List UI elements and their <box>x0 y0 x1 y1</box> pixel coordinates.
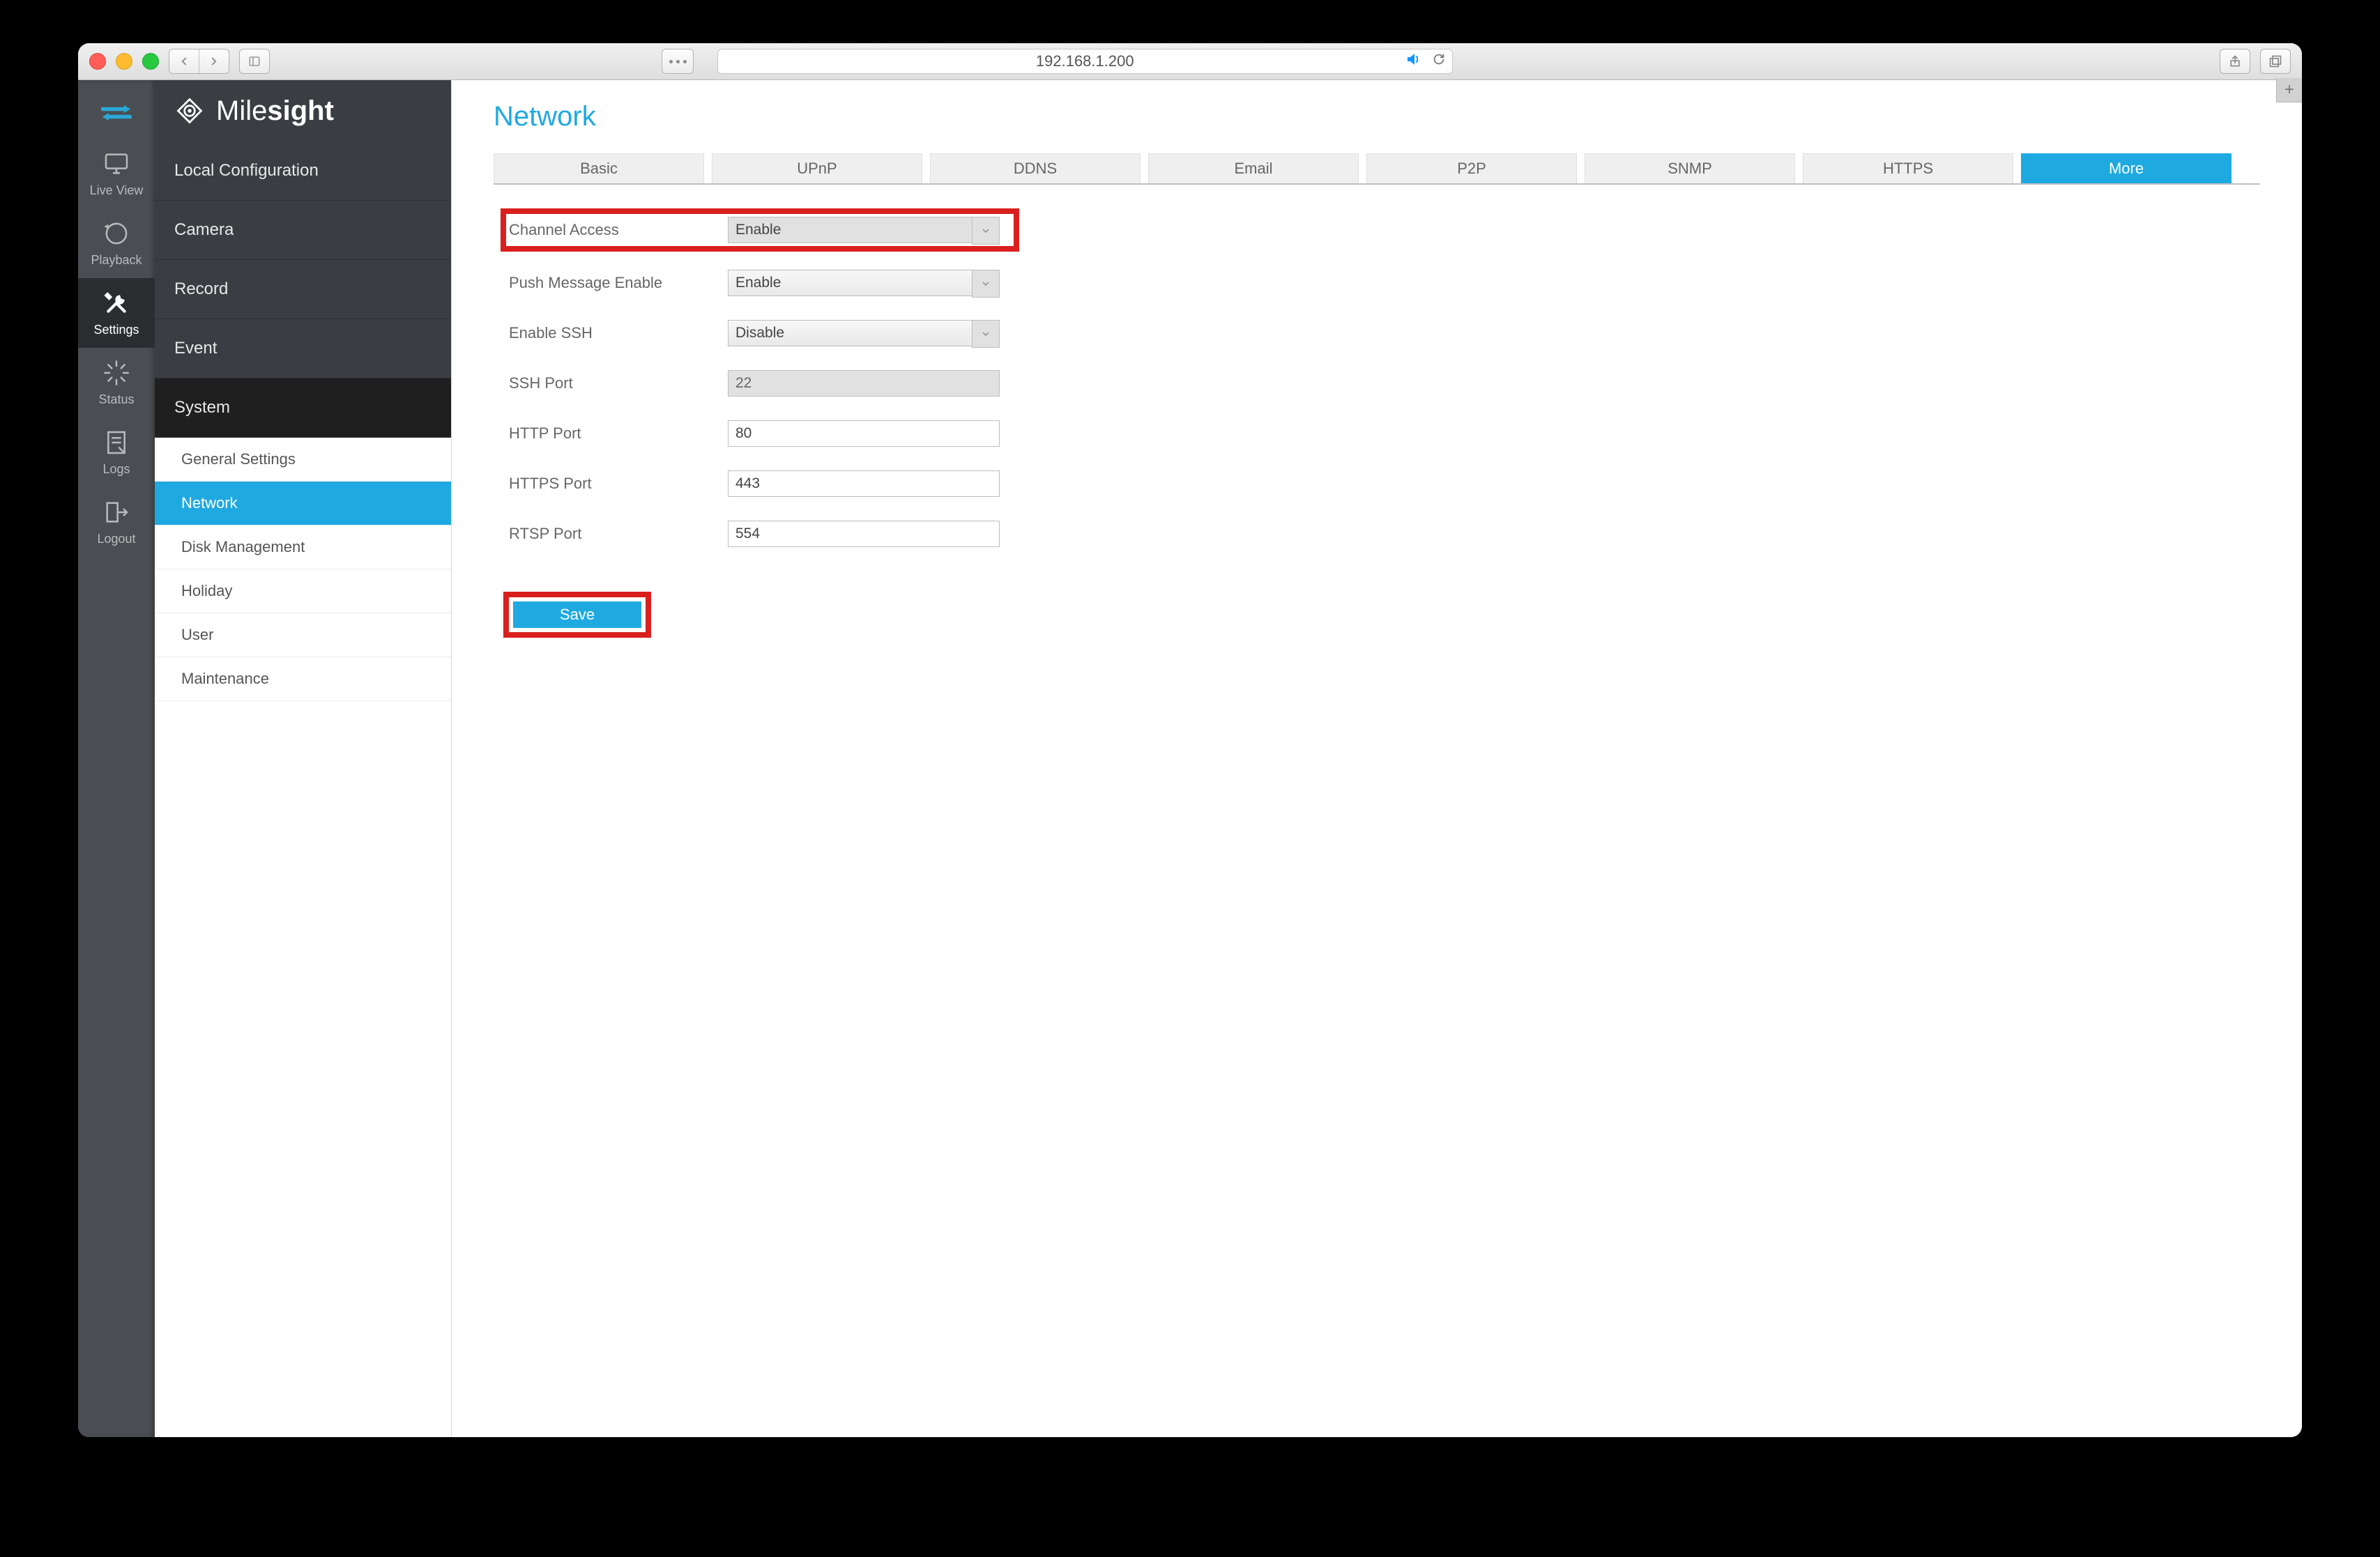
submenu: General Settings Network Disk Management… <box>155 438 451 1437</box>
back-button[interactable] <box>169 49 199 73</box>
sidebar-item-playback[interactable]: Playback <box>78 208 155 278</box>
submenu-maintenance[interactable]: Maintenance <box>155 657 451 701</box>
reload-icon[interactable] <box>1431 52 1447 71</box>
status-icon <box>102 359 130 387</box>
menu-local-configuration[interactable]: Local Configuration <box>155 141 451 201</box>
tab-bar: Basic UPnP DDNS Email P2P SNMP HTTPS Mor… <box>494 153 2260 185</box>
tab-ddns[interactable]: DDNS <box>930 153 1141 183</box>
label-ssh-port: SSH Port <box>509 374 721 392</box>
forward-button[interactable] <box>199 49 229 73</box>
browser-window: 192.168.1.200 <box>78 43 2302 1437</box>
address-bar[interactable]: 192.168.1.200 <box>717 49 1453 74</box>
sidebar-label: Live View <box>90 183 144 198</box>
submenu-general-settings[interactable]: General Settings <box>155 438 451 482</box>
input-http-port[interactable] <box>728 420 1000 447</box>
icon-sidebar: Live View Playback Settings <box>78 80 155 1437</box>
sidebar-item-stream[interactable] <box>78 87 155 139</box>
audio-icon[interactable] <box>1405 51 1421 72</box>
menu-record[interactable]: Record <box>155 260 451 319</box>
site-settings-button[interactable] <box>662 49 694 74</box>
brand-icon <box>174 95 205 126</box>
label-channel-access: Channel Access <box>509 221 721 239</box>
minimize-window-button[interactable] <box>116 53 132 70</box>
label-push-message: Push Message Enable <box>509 274 721 292</box>
tab-email[interactable]: Email <box>1148 153 1359 183</box>
sidebar-label: Settings <box>93 323 139 337</box>
row-push-message: Push Message Enable <box>509 268 2260 298</box>
logs-icon <box>102 429 130 457</box>
tab-p2p[interactable]: P2P <box>1366 153 1577 183</box>
row-rtsp-port: RTSP Port <box>509 519 2260 549</box>
page-title: Network <box>494 101 2260 132</box>
row-channel-access: Channel Access <box>505 213 1015 247</box>
label-http-port: HTTP Port <box>509 424 721 443</box>
sidebar-item-logs[interactable]: Logs <box>78 417 155 487</box>
sidebar-item-liveview[interactable]: Live View <box>78 139 155 208</box>
submenu-network[interactable]: Network <box>155 482 451 526</box>
row-ssh-port: SSH Port <box>509 369 2260 398</box>
select-push-message[interactable] <box>728 270 1000 296</box>
titlebar: 192.168.1.200 <box>78 43 2302 80</box>
label-rtsp-port: RTSP Port <box>509 525 721 543</box>
tab-more[interactable]: More <box>2021 153 2232 183</box>
sidebar-label: Playback <box>91 253 142 268</box>
submenu-holiday[interactable]: Holiday <box>155 569 451 613</box>
menu-system[interactable]: System <box>155 378 451 438</box>
label-enable-ssh: Enable SSH <box>509 324 721 342</box>
new-tab-button[interactable]: + <box>2276 78 2302 102</box>
tab-https[interactable]: HTTPS <box>1803 153 2013 183</box>
tabs-button[interactable] <box>2260 49 2291 74</box>
sidebar-label: Logs <box>102 462 130 477</box>
sidebar-item-logout[interactable]: Logout <box>78 487 155 557</box>
save-button[interactable]: Save <box>513 601 641 628</box>
menu-camera[interactable]: Camera <box>155 201 451 260</box>
sidebar-item-settings[interactable]: Settings <box>78 278 155 348</box>
submenu-user[interactable]: User <box>155 613 451 657</box>
row-https-port: HTTPS Port <box>509 469 2260 498</box>
window-controls <box>89 53 159 70</box>
menu-event[interactable]: Event <box>155 319 451 378</box>
brand-logo: Milesight <box>155 80 451 141</box>
sidebar-label: Logout <box>97 532 135 546</box>
nav-back-forward <box>169 49 229 74</box>
sidebar-label: Status <box>98 392 134 407</box>
tab-snmp[interactable]: SNMP <box>1585 153 1795 183</box>
tools-icon <box>102 289 130 317</box>
row-enable-ssh: Enable SSH <box>509 319 2260 348</box>
logout-icon <box>102 498 130 526</box>
menu-column: Milesight Local Configuration Camera Rec… <box>155 80 452 1437</box>
input-ssh-port[interactable] <box>728 370 1000 397</box>
stream-icon <box>101 103 132 123</box>
submenu-disk-management[interactable]: Disk Management <box>155 526 451 569</box>
playback-icon <box>102 220 130 247</box>
row-http-port: HTTP Port <box>509 419 2260 448</box>
input-https-port[interactable] <box>728 470 1000 497</box>
share-button[interactable] <box>2220 49 2250 74</box>
input-rtsp-port[interactable] <box>728 521 1000 547</box>
label-https-port: HTTPS Port <box>509 475 721 493</box>
save-highlight: Save <box>509 597 646 632</box>
select-enable-ssh[interactable] <box>728 320 1000 346</box>
tab-basic[interactable]: Basic <box>494 153 704 183</box>
close-window-button[interactable] <box>89 53 106 70</box>
form: Channel Access Push Message Enable <box>509 213 2260 549</box>
sidebar-toggle[interactable] <box>239 49 270 74</box>
select-channel-access[interactable] <box>728 217 1000 243</box>
main-panel: Network Basic UPnP DDNS Email P2P SNMP H… <box>452 80 2302 1437</box>
maximize-window-button[interactable] <box>142 53 159 70</box>
tab-upnp[interactable]: UPnP <box>712 153 922 183</box>
sidebar-item-status[interactable]: Status <box>78 348 155 417</box>
address-text: 192.168.1.200 <box>1036 52 1134 70</box>
monitor-icon <box>102 150 130 178</box>
